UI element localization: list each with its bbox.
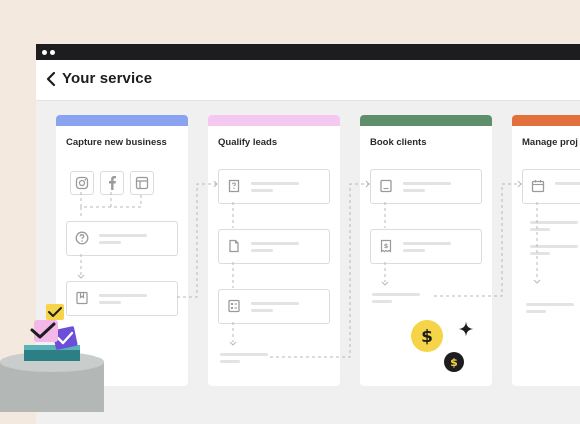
column-title: Qualify leads xyxy=(218,137,278,148)
placeholder-line xyxy=(251,182,299,185)
column-title: Manage proj xyxy=(522,137,578,148)
step-card[interactable] xyxy=(66,221,178,256)
document-icon xyxy=(229,239,239,253)
placeholder-line xyxy=(403,242,451,245)
placeholder-line xyxy=(220,360,240,363)
step-card[interactable] xyxy=(218,169,330,204)
checklist-illustration xyxy=(0,304,104,412)
column-title: Capture new business xyxy=(66,137,167,148)
sparkle-icon xyxy=(458,321,474,337)
placeholder-line xyxy=(251,249,273,252)
receipt-dollar-icon: $ xyxy=(380,239,392,253)
window-titlebar xyxy=(36,44,580,60)
column-color-bar xyxy=(56,115,188,126)
step-card[interactable] xyxy=(522,169,580,204)
page-header: Your service xyxy=(36,60,580,101)
placeholder-line xyxy=(526,310,546,313)
svg-text:$: $ xyxy=(384,242,389,250)
dollar-badge-small: $ xyxy=(444,352,464,372)
chevron-left-icon[interactable] xyxy=(44,70,58,88)
app-window: Your service Capture new business Qualif… xyxy=(36,44,580,424)
window-dot xyxy=(50,50,55,55)
placeholder-line xyxy=(403,182,451,185)
step-card[interactable] xyxy=(218,229,330,264)
dollar-badge-large: $ xyxy=(411,320,443,352)
placeholder-line xyxy=(251,242,299,245)
placeholder-line xyxy=(251,309,273,312)
question-icon xyxy=(75,231,89,245)
workflow-board: Capture new business Qualify leads Book … xyxy=(36,101,580,424)
facebook-card[interactable] xyxy=(100,171,124,195)
column-color-bar xyxy=(208,115,340,126)
window-dot xyxy=(42,50,47,55)
placeholder-line xyxy=(251,302,299,305)
placeholder-line xyxy=(251,189,273,192)
step-card[interactable] xyxy=(370,169,482,204)
placeholder-line xyxy=(403,189,425,192)
placeholder-line xyxy=(372,300,392,303)
placeholder-line xyxy=(530,221,578,224)
column-qualify[interactable]: Qualify leads xyxy=(208,115,340,386)
svg-text:$: $ xyxy=(450,356,458,369)
column-color-bar xyxy=(512,115,580,126)
invoice-icon xyxy=(380,179,392,193)
facebook-icon xyxy=(109,176,116,190)
placeholder-line xyxy=(526,303,574,306)
placeholder-line xyxy=(99,241,121,244)
page-title: Your service xyxy=(62,70,153,87)
placeholder-line xyxy=(220,353,268,356)
placeholder-line xyxy=(530,252,550,255)
placeholder-line xyxy=(555,182,580,185)
placeholder-line xyxy=(530,228,550,231)
form-icon xyxy=(228,299,240,313)
calendar-icon xyxy=(531,180,545,193)
instagram-card[interactable] xyxy=(70,171,94,195)
question-doc-icon xyxy=(228,179,240,193)
column-manage[interactable]: Manage proj xyxy=(512,115,580,386)
placeholder-line xyxy=(99,234,147,237)
browser-icon xyxy=(135,176,149,190)
placeholder-line xyxy=(372,293,420,296)
step-card[interactable] xyxy=(218,289,330,324)
placeholder-line xyxy=(530,245,578,248)
instagram-icon xyxy=(75,176,89,190)
browser-card[interactable] xyxy=(130,171,154,195)
placeholder-line xyxy=(99,294,147,297)
svg-text:$: $ xyxy=(421,327,433,347)
column-color-bar xyxy=(360,115,492,126)
placeholder-line xyxy=(403,249,425,252)
column-title: Book clients xyxy=(370,137,427,148)
step-card[interactable]: $ xyxy=(370,229,482,264)
